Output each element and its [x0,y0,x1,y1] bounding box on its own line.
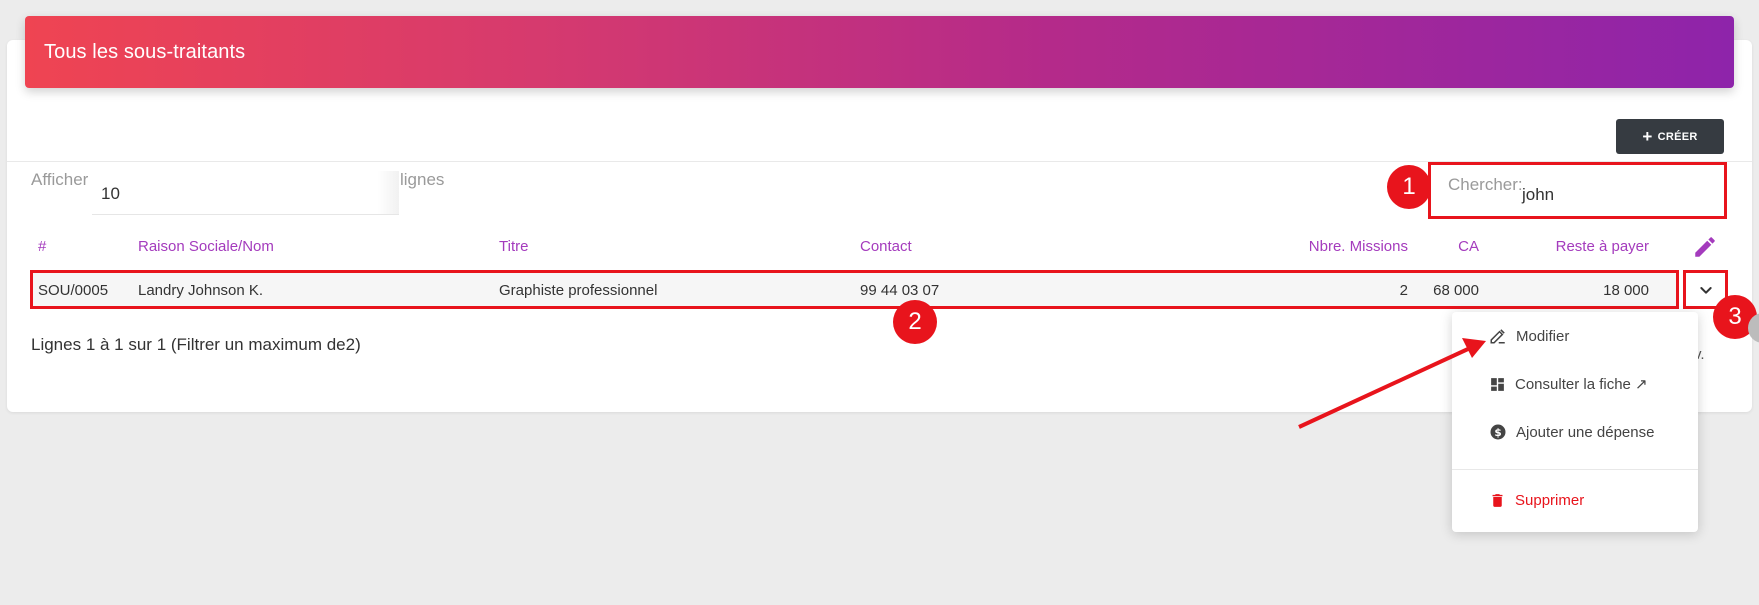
cell-name: Landry Johnson K. [138,282,264,299]
cell-contact: 99 44 03 07 [860,282,940,299]
menu-divider [1452,469,1698,470]
column-header-name[interactable]: Raison Sociale/Nom [138,238,274,255]
menu-item-consulter[interactable]: Consulter la fiche ↗ [1489,375,1648,393]
column-header-missions[interactable]: Nbre. Missions [1290,238,1408,255]
annotation-badge-2: 2 [893,300,937,344]
column-header-contact[interactable]: Contact [860,238,912,255]
cell-ca: 68 000 [1433,282,1479,299]
plus-icon: + [1642,127,1653,146]
pencil-icon [1490,329,1505,344]
chevron-down-icon [1699,286,1712,294]
search-input[interactable]: john [1522,185,1554,205]
menu-item-label: Supprimer [1515,492,1585,509]
column-header-reste[interactable]: Reste à payer [1540,238,1649,255]
menu-item-modifier[interactable]: Modifier [1489,327,1569,345]
search-label: Chercher: [1448,175,1523,194]
menu-item-supprimer[interactable]: Supprimer [1489,492,1584,509]
page-length-select[interactable]: 10 [92,171,399,215]
dashboard-icon [1491,377,1504,391]
cell-id: SOU/0005 [38,282,109,299]
cell-missions: 2 [1399,282,1408,299]
row-actions-menu: Modifier Consulter la fiche ↗ $ Ajouter … [1452,312,1698,532]
dollar-circle-icon: $ [1490,424,1506,440]
length-prefix-label: Afficher [31,170,89,189]
menu-item-label: Ajouter une dépense [1516,423,1655,441]
trash-icon [1492,494,1503,507]
menu-item-label: Modifier [1516,327,1570,345]
cell-reste: 18 000 [1603,282,1649,299]
column-header-ca[interactable]: CA [1440,238,1479,255]
pencil-icon[interactable] [1692,234,1718,260]
column-header-id[interactable]: # [38,238,46,255]
card-header: Tous les sous-traitants [25,16,1734,88]
annotation-badge-1: 1 [1387,165,1431,209]
column-header-title[interactable]: Titre [499,238,528,255]
menu-item-label: Consulter la fiche ↗ [1515,376,1648,393]
cell-title: Graphiste professionnel [499,282,658,299]
svg-text:$: $ [1494,427,1501,439]
menu-item-ajouter-depense[interactable]: $ Ajouter une dépense [1489,423,1654,441]
length-suffix-label: lignes [400,170,445,189]
table-info: Lignes 1 à 1 sur 1 (Filtrer un maximum d… [31,335,361,354]
search-field[interactable]: Chercher: john [1428,162,1727,219]
create-button-label: CRÉER [1657,130,1698,143]
create-button[interactable]: + CRÉER [1616,119,1724,154]
page-title: Tous les sous-traitants [44,40,246,63]
